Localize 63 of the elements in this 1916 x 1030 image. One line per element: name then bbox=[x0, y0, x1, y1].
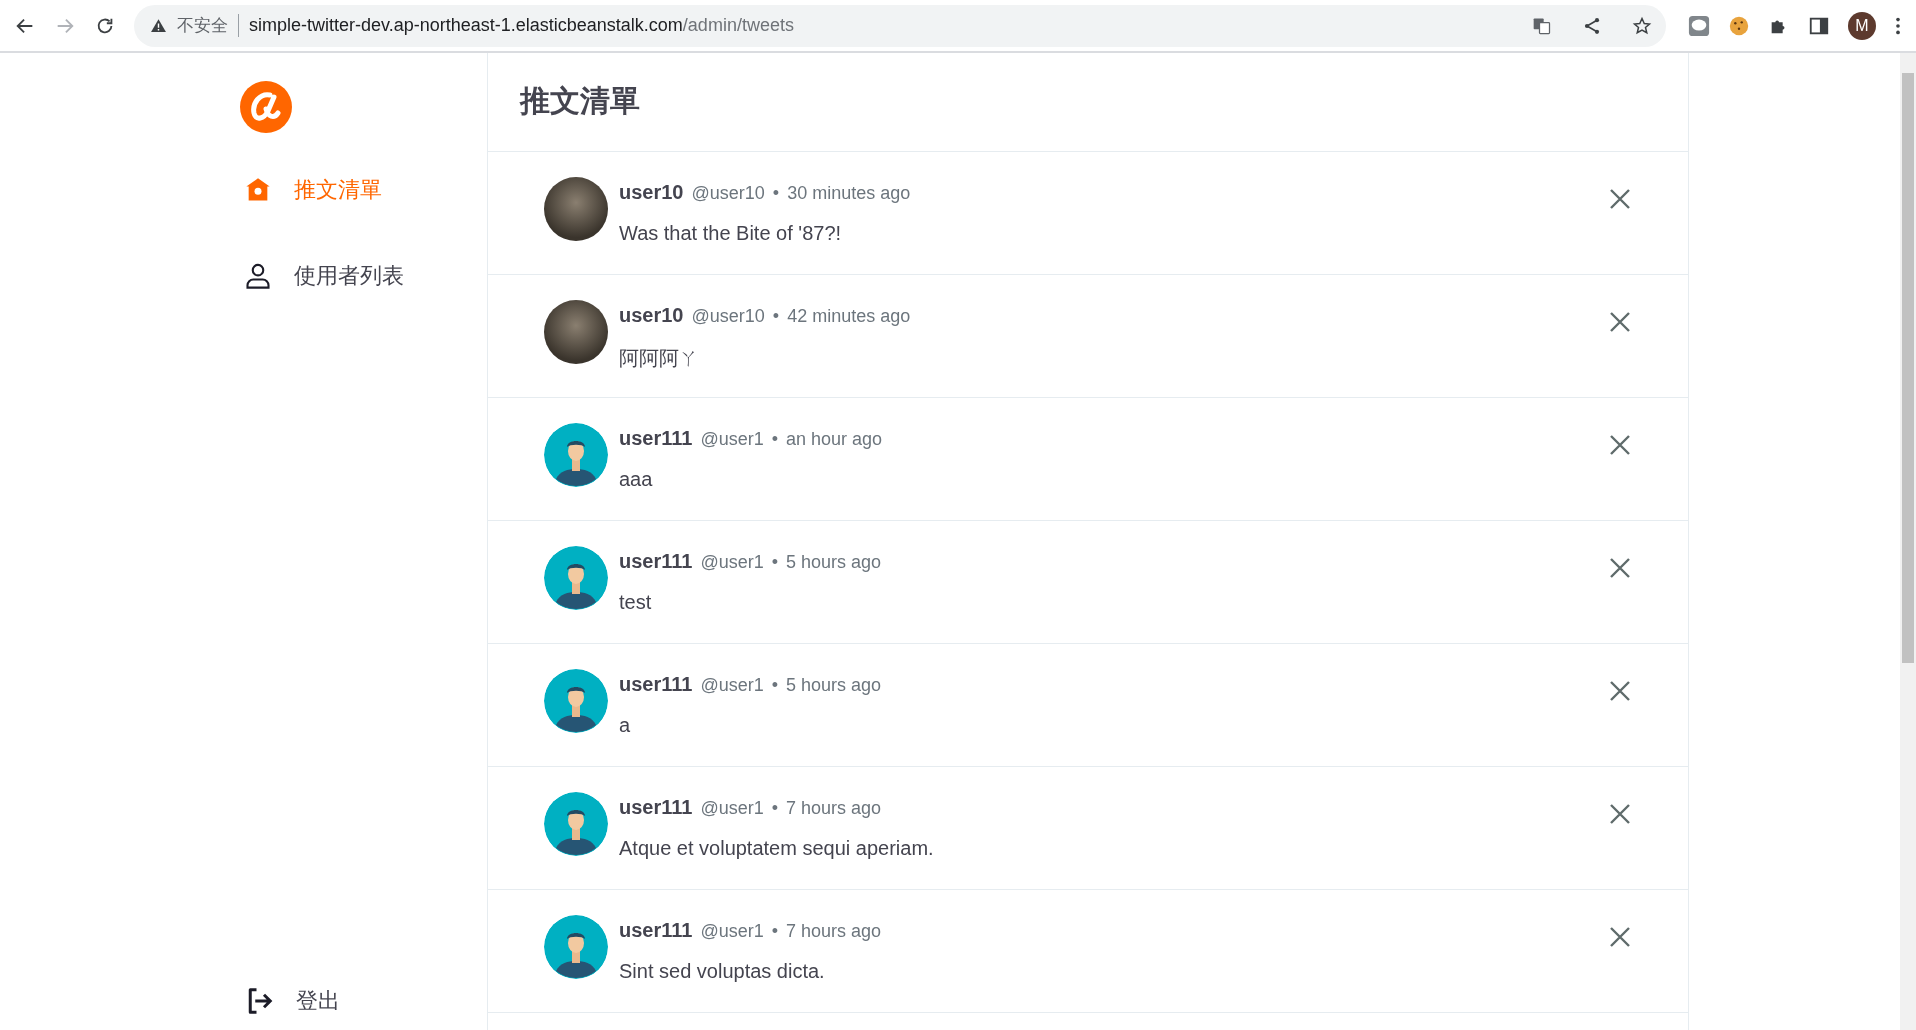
scrollbar[interactable] bbox=[1900, 53, 1916, 1030]
user-account: @user1 bbox=[700, 552, 764, 573]
avatar-person-icon bbox=[544, 915, 608, 979]
tweet-text: 阿阿阿ㄚ bbox=[619, 346, 700, 371]
close-icon[interactable] bbox=[1608, 556, 1632, 580]
tweet-time: an hour ago bbox=[786, 429, 883, 450]
tweet-text: aaa bbox=[619, 468, 654, 491]
avatar-person-icon bbox=[544, 423, 608, 487]
logout-link[interactable]: 登出 bbox=[240, 986, 340, 1016]
tweet-text: Was that the Bite of '87?! bbox=[619, 222, 843, 245]
close-icon[interactable] bbox=[1608, 679, 1632, 703]
star-icon[interactable] bbox=[1632, 15, 1652, 36]
user-name: user111 bbox=[619, 427, 693, 450]
tweet-time: 5 hours ago bbox=[786, 675, 882, 696]
separator-dot: • bbox=[772, 183, 780, 204]
chat-extension-icon[interactable] bbox=[1688, 14, 1710, 37]
share-icon[interactable] bbox=[1582, 15, 1602, 36]
user-name: user10 bbox=[619, 304, 684, 327]
separator-dot: • bbox=[771, 552, 779, 573]
nav-item[interactable]: 使用者列表 bbox=[240, 261, 404, 291]
tweet-text: test bbox=[619, 591, 653, 614]
separator-dot: • bbox=[771, 798, 779, 819]
user-name: user111 bbox=[619, 673, 693, 696]
user-name: user10 bbox=[619, 181, 684, 204]
profile-avatar[interactable]: M bbox=[1848, 11, 1876, 40]
tweet-time: 5 hours ago bbox=[786, 552, 882, 573]
user-account: @user1 bbox=[700, 921, 764, 942]
close-icon[interactable] bbox=[1608, 187, 1632, 211]
tweet-text: Sint sed voluptas dicta. bbox=[619, 960, 826, 983]
close-icon[interactable] bbox=[1608, 925, 1632, 949]
user-account: @user1 bbox=[700, 675, 764, 696]
user-icon bbox=[244, 262, 272, 290]
user-name: user111 bbox=[619, 550, 693, 573]
separator-dot: • bbox=[771, 429, 779, 450]
cookie-icon[interactable] bbox=[1728, 14, 1750, 37]
page-title: 推文清單 bbox=[488, 53, 1688, 152]
user-account: @user1 bbox=[700, 798, 764, 819]
tweet-time: 42 minutes ago bbox=[787, 306, 911, 327]
separator-dot: • bbox=[771, 675, 779, 696]
user-account: @user10 bbox=[691, 183, 765, 204]
tweet-text: a bbox=[619, 714, 632, 737]
user-account: @user10 bbox=[691, 306, 765, 327]
user-name: user111 bbox=[619, 796, 693, 819]
home-icon bbox=[244, 176, 272, 204]
separator-dot: • bbox=[772, 306, 780, 327]
security-label: 不安全 bbox=[177, 14, 239, 37]
close-icon[interactable] bbox=[1608, 310, 1632, 334]
close-icon[interactable] bbox=[1608, 433, 1632, 457]
tweet-time: 7 hours ago bbox=[786, 798, 882, 819]
avatar-person-icon bbox=[544, 669, 608, 733]
warning-icon bbox=[150, 17, 167, 34]
close-icon[interactable] bbox=[1608, 802, 1632, 826]
url-text: simple-twitter-dev.ap-northeast-1.elasticbeanstalk.com/admin/tweets bbox=[249, 15, 794, 36]
tweet-text: Atque et voluptatem sequi aperiam. bbox=[619, 837, 935, 860]
avatar-person-icon bbox=[544, 546, 608, 610]
address-bar[interactable]: 不安全 simple-twitter-dev.ap-northeast-1.elasticbeanstalk.com/admin/tweets bbox=[134, 4, 1666, 47]
user-name: user111 bbox=[619, 919, 693, 942]
tweet-time: 7 hours ago bbox=[786, 921, 882, 942]
avatar-person-icon bbox=[544, 792, 608, 856]
tweet-time: 30 minutes ago bbox=[787, 183, 911, 204]
logo-icon[interactable] bbox=[240, 81, 292, 133]
separator-dot: • bbox=[771, 921, 779, 942]
user-account: @user1 bbox=[700, 429, 764, 450]
